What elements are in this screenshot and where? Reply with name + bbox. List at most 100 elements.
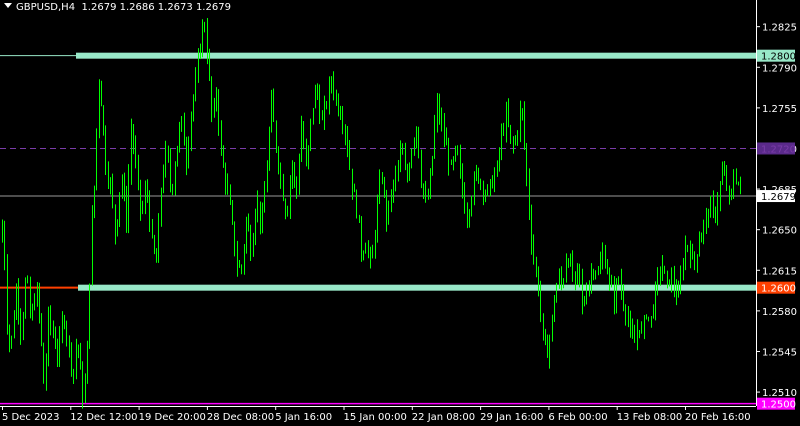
candle-body <box>280 168 281 178</box>
candle-body <box>692 253 693 259</box>
candle-body <box>290 178 291 210</box>
candle-body <box>255 212 256 241</box>
candle-body <box>579 264 580 278</box>
candle-body <box>662 266 663 275</box>
candle-body <box>628 315 629 321</box>
candle-body <box>717 202 718 218</box>
candle-body <box>53 325 54 336</box>
candle-body <box>365 248 366 254</box>
candle-body <box>326 104 327 106</box>
candle-body <box>16 288 17 318</box>
candle-body <box>428 196 429 199</box>
candle-body <box>336 93 337 99</box>
candle-body <box>126 196 127 226</box>
candle-body <box>607 266 608 274</box>
price-tick-label: 1.2650 <box>762 226 797 237</box>
candle-body <box>634 336 635 343</box>
candle-body <box>264 191 265 213</box>
candle-body <box>416 127 417 141</box>
candle-body <box>2 225 3 242</box>
candle-body <box>241 266 242 269</box>
ohlc-readout: 1.2679 1.2686 1.2673 1.2679 <box>81 2 231 13</box>
candle-body <box>345 127 346 135</box>
candle-body <box>340 111 341 118</box>
candle-body <box>149 194 150 227</box>
candle-body <box>349 149 350 169</box>
candle-body <box>395 172 396 182</box>
price-label-text: 1.2500 <box>761 400 796 411</box>
candle-body <box>703 222 704 235</box>
time-tick-label: 5 Dec 2023 <box>2 412 60 423</box>
candle-body <box>92 214 93 284</box>
candle-body <box>41 314 42 344</box>
candle-body <box>147 189 148 195</box>
candle-body <box>94 186 95 215</box>
candle-body <box>467 211 468 221</box>
candle-body <box>112 180 113 206</box>
candle-body <box>414 140 415 151</box>
candle-body <box>193 96 194 115</box>
candle-body <box>161 189 162 220</box>
candle-body <box>701 234 702 243</box>
candle-body <box>359 215 360 223</box>
candle-body <box>706 214 707 223</box>
dropdown-triangle-icon[interactable] <box>4 3 12 8</box>
candle-body <box>524 110 525 146</box>
candle-body <box>257 201 258 213</box>
candle-body <box>630 320 631 328</box>
candle-body <box>283 177 284 201</box>
candle-body <box>595 272 596 274</box>
candle-body <box>64 318 65 326</box>
candle-body <box>600 262 601 274</box>
candle-body <box>50 310 51 326</box>
support-zone[interactable] <box>78 284 756 291</box>
candle-body <box>179 127 180 147</box>
candle-body <box>582 277 583 304</box>
candle-body <box>195 78 196 97</box>
candle-body <box>158 219 159 263</box>
candle-body <box>27 280 28 282</box>
time-tick-label: 13 Feb 08:00 <box>617 412 683 423</box>
candle-body <box>354 191 355 193</box>
candle-body <box>405 154 406 169</box>
candle-body <box>128 174 129 226</box>
candle-body <box>69 338 70 347</box>
candle-body <box>543 313 544 331</box>
candle-body <box>170 158 171 186</box>
candle-body <box>678 291 679 297</box>
candle-body <box>209 56 210 78</box>
candle-body <box>499 152 500 163</box>
time-tick-label: 19 Dec 20:00 <box>139 412 206 423</box>
candle-body <box>529 176 530 214</box>
price-chart[interactable]: 1.28251.27901.27551.27201.26851.26501.26… <box>0 0 800 426</box>
resistance-zone[interactable] <box>76 52 756 59</box>
candle-body <box>198 57 199 79</box>
candle-body <box>89 283 90 343</box>
candle-body <box>14 317 15 337</box>
candle-body <box>697 254 698 264</box>
candle-body <box>221 126 222 150</box>
candle-body <box>584 301 585 304</box>
candle-body <box>490 179 491 187</box>
candle-body <box>740 183 741 187</box>
candle-body <box>140 180 141 210</box>
candle-body <box>453 159 454 163</box>
candle-body <box>329 84 330 105</box>
candle-body <box>605 251 606 267</box>
price-tick-label: 1.2615 <box>762 266 797 277</box>
candle-body <box>122 178 123 193</box>
candle-body <box>731 193 732 195</box>
candle-body <box>145 189 146 209</box>
candle-body <box>177 146 178 166</box>
candle-body <box>165 147 166 174</box>
candle-body <box>271 96 272 131</box>
candle-body <box>71 346 72 370</box>
candle-body <box>508 109 509 126</box>
candle-body <box>356 191 357 216</box>
candle-body <box>317 88 318 94</box>
candle-body <box>699 242 700 255</box>
candle-body <box>115 205 116 235</box>
candle-body <box>513 140 514 144</box>
candle-body <box>382 179 383 181</box>
candle-body <box>331 80 332 85</box>
